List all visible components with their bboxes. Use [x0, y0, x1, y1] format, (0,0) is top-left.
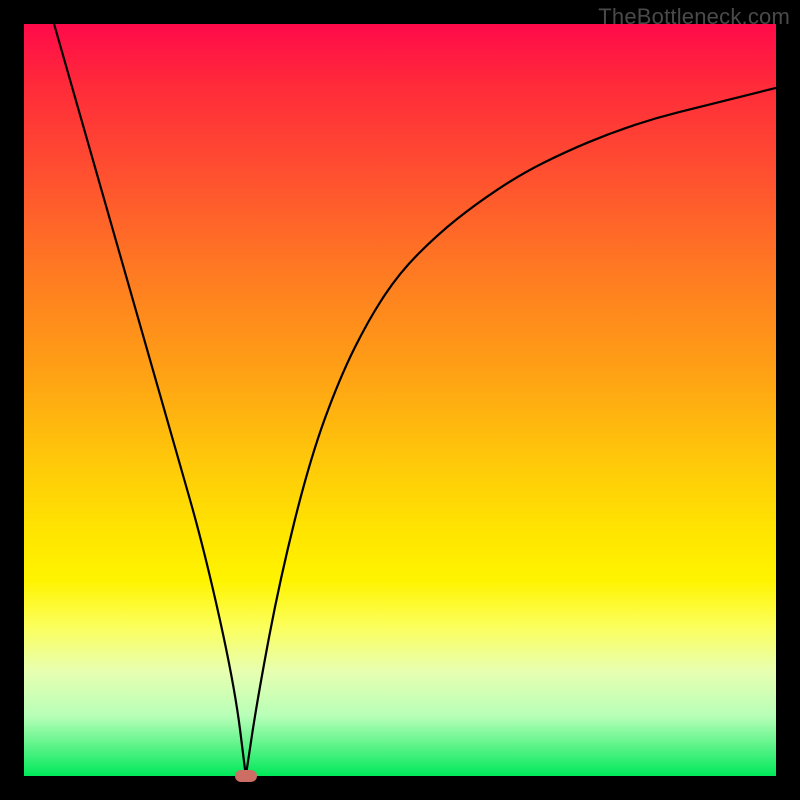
watermark-text: TheBottleneck.com	[598, 4, 790, 30]
min-marker	[235, 770, 257, 782]
chart-line	[24, 24, 776, 776]
chart-plot-area	[24, 24, 776, 776]
